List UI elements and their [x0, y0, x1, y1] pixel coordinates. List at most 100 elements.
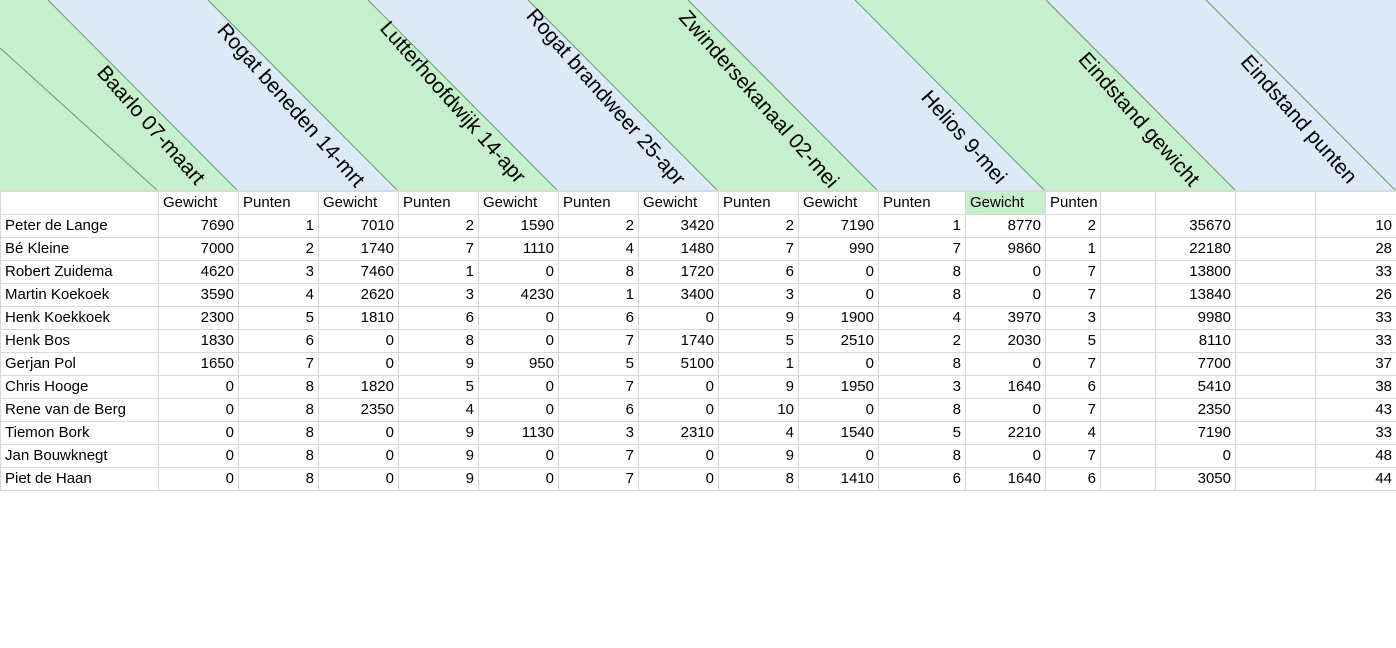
cell-empty[interactable] — [1100, 421, 1156, 445]
cell-empty[interactable] — [1235, 306, 1316, 330]
cell-empty[interactable] — [1235, 237, 1316, 261]
participant-name[interactable]: Henk Bos — [0, 329, 159, 353]
subheader-punten[interactable]: Punten — [878, 191, 966, 215]
cell-weight[interactable]: 2510 — [798, 329, 879, 353]
participant-name[interactable]: Rene van de Berg — [0, 398, 159, 422]
cell-weight[interactable]: 0 — [638, 467, 719, 491]
total-weight[interactable]: 2350 — [1155, 398, 1236, 422]
cell-weight[interactable]: 950 — [478, 352, 559, 376]
cell-points[interactable]: 5 — [558, 352, 639, 376]
participant-name[interactable]: Jan Bouwknegt — [0, 444, 159, 468]
participant-name[interactable]: Bé Kleine — [0, 237, 159, 261]
cell-points[interactable]: 7 — [878, 237, 966, 261]
cell-weight[interactable]: 0 — [638, 444, 719, 468]
cell-weight[interactable]: 1480 — [638, 237, 719, 261]
cell-points[interactable]: 1 — [558, 283, 639, 307]
cell-points[interactable]: 6 — [558, 306, 639, 330]
cell-weight[interactable]: 1410 — [798, 467, 879, 491]
cell-points[interactable]: 6 — [1045, 375, 1101, 399]
cell-weight[interactable]: 7010 — [318, 214, 399, 238]
cell-points[interactable]: 3 — [398, 283, 479, 307]
cell-empty[interactable] — [1100, 375, 1156, 399]
cell-empty[interactable] — [1235, 191, 1316, 215]
subheader-gewicht[interactable]: Gewicht — [478, 191, 559, 215]
cell-points[interactable]: 9 — [718, 444, 799, 468]
cell-weight[interactable]: 0 — [798, 283, 879, 307]
cell-empty[interactable] — [1235, 260, 1316, 284]
total-points[interactable]: 33 — [1315, 421, 1396, 445]
cell-empty[interactable] — [1100, 444, 1156, 468]
cell-points[interactable]: 10 — [718, 398, 799, 422]
total-points[interactable]: 33 — [1315, 329, 1396, 353]
cell-points[interactable]: 8 — [238, 398, 319, 422]
cell-empty[interactable] — [1100, 352, 1156, 376]
cell-empty[interactable] — [1100, 283, 1156, 307]
cell-points[interactable]: 5 — [1045, 329, 1101, 353]
cell-empty[interactable] — [1100, 398, 1156, 422]
cell-weight[interactable]: 0 — [478, 329, 559, 353]
total-weight[interactable]: 7700 — [1155, 352, 1236, 376]
cell-weight[interactable]: 1950 — [798, 375, 879, 399]
cell-points[interactable]: 8 — [878, 352, 966, 376]
cell-weight[interactable]: 0 — [478, 375, 559, 399]
cell-empty[interactable] — [1155, 191, 1236, 215]
cell-weight[interactable]: 3970 — [965, 306, 1046, 330]
cell-weight[interactable]: 7460 — [318, 260, 399, 284]
cell-weight[interactable]: 9860 — [965, 237, 1046, 261]
cell-empty[interactable] — [1100, 191, 1156, 215]
total-weight[interactable]: 0 — [1155, 444, 1236, 468]
cell-points[interactable]: 5 — [238, 306, 319, 330]
cell-weight[interactable]: 0 — [798, 444, 879, 468]
cell-weight[interactable]: 1900 — [798, 306, 879, 330]
cell-weight[interactable]: 0 — [638, 306, 719, 330]
cell-points[interactable]: 2 — [1045, 214, 1101, 238]
cell-weight[interactable]: 1830 — [158, 329, 239, 353]
cell-empty[interactable] — [1100, 467, 1156, 491]
cell-points[interactable]: 8 — [398, 329, 479, 353]
cell-empty[interactable] — [1100, 237, 1156, 261]
total-points[interactable]: 38 — [1315, 375, 1396, 399]
cell-points[interactable]: 8 — [558, 260, 639, 284]
cell-weight[interactable]: 1740 — [638, 329, 719, 353]
cell-points[interactable]: 8 — [878, 283, 966, 307]
cell-empty[interactable] — [1235, 375, 1316, 399]
cell-weight[interactable]: 2030 — [965, 329, 1046, 353]
total-points[interactable]: 26 — [1315, 283, 1396, 307]
cell-points[interactable]: 8 — [238, 421, 319, 445]
cell-points[interactable]: 6 — [558, 398, 639, 422]
cell-weight[interactable]: 0 — [318, 467, 399, 491]
cell-empty[interactable] — [1235, 444, 1316, 468]
cell-weight[interactable]: 3590 — [158, 283, 239, 307]
total-points[interactable]: 37 — [1315, 352, 1396, 376]
cell-weight[interactable]: 0 — [965, 260, 1046, 284]
cell-points[interactable]: 8 — [238, 444, 319, 468]
cell-weight[interactable]: 4230 — [478, 283, 559, 307]
cell-weight[interactable]: 990 — [798, 237, 879, 261]
cell-points[interactable]: 4 — [878, 306, 966, 330]
cell-weight[interactable]: 0 — [158, 375, 239, 399]
cell-points[interactable]: 4 — [398, 398, 479, 422]
cell-points[interactable]: 7 — [1045, 260, 1101, 284]
cell-points[interactable]: 8 — [238, 375, 319, 399]
cell-points[interactable]: 5 — [718, 329, 799, 353]
total-weight[interactable]: 8110 — [1155, 329, 1236, 353]
cell-points[interactable]: 7 — [238, 352, 319, 376]
cell-weight[interactable]: 0 — [798, 352, 879, 376]
cell-weight[interactable]: 0 — [638, 375, 719, 399]
cell-points[interactable]: 2 — [718, 214, 799, 238]
cell-weight[interactable]: 1650 — [158, 352, 239, 376]
cell-weight[interactable]: 1110 — [478, 237, 559, 261]
cell-points[interactable]: 9 — [398, 467, 479, 491]
cell-points[interactable]: 1 — [718, 352, 799, 376]
cell-points[interactable]: 5 — [398, 375, 479, 399]
cell-weight[interactable]: 8770 — [965, 214, 1046, 238]
cell-points[interactable]: 4 — [558, 237, 639, 261]
cell-weight[interactable]: 0 — [158, 444, 239, 468]
cell-weight[interactable]: 2620 — [318, 283, 399, 307]
cell-points[interactable]: 7 — [1045, 283, 1101, 307]
cell-weight[interactable]: 3400 — [638, 283, 719, 307]
cell-points[interactable]: 7 — [1045, 444, 1101, 468]
subheader-gewicht[interactable]: Gewicht — [318, 191, 399, 215]
cell-points[interactable]: 1 — [1045, 237, 1101, 261]
cell-weight[interactable]: 3420 — [638, 214, 719, 238]
